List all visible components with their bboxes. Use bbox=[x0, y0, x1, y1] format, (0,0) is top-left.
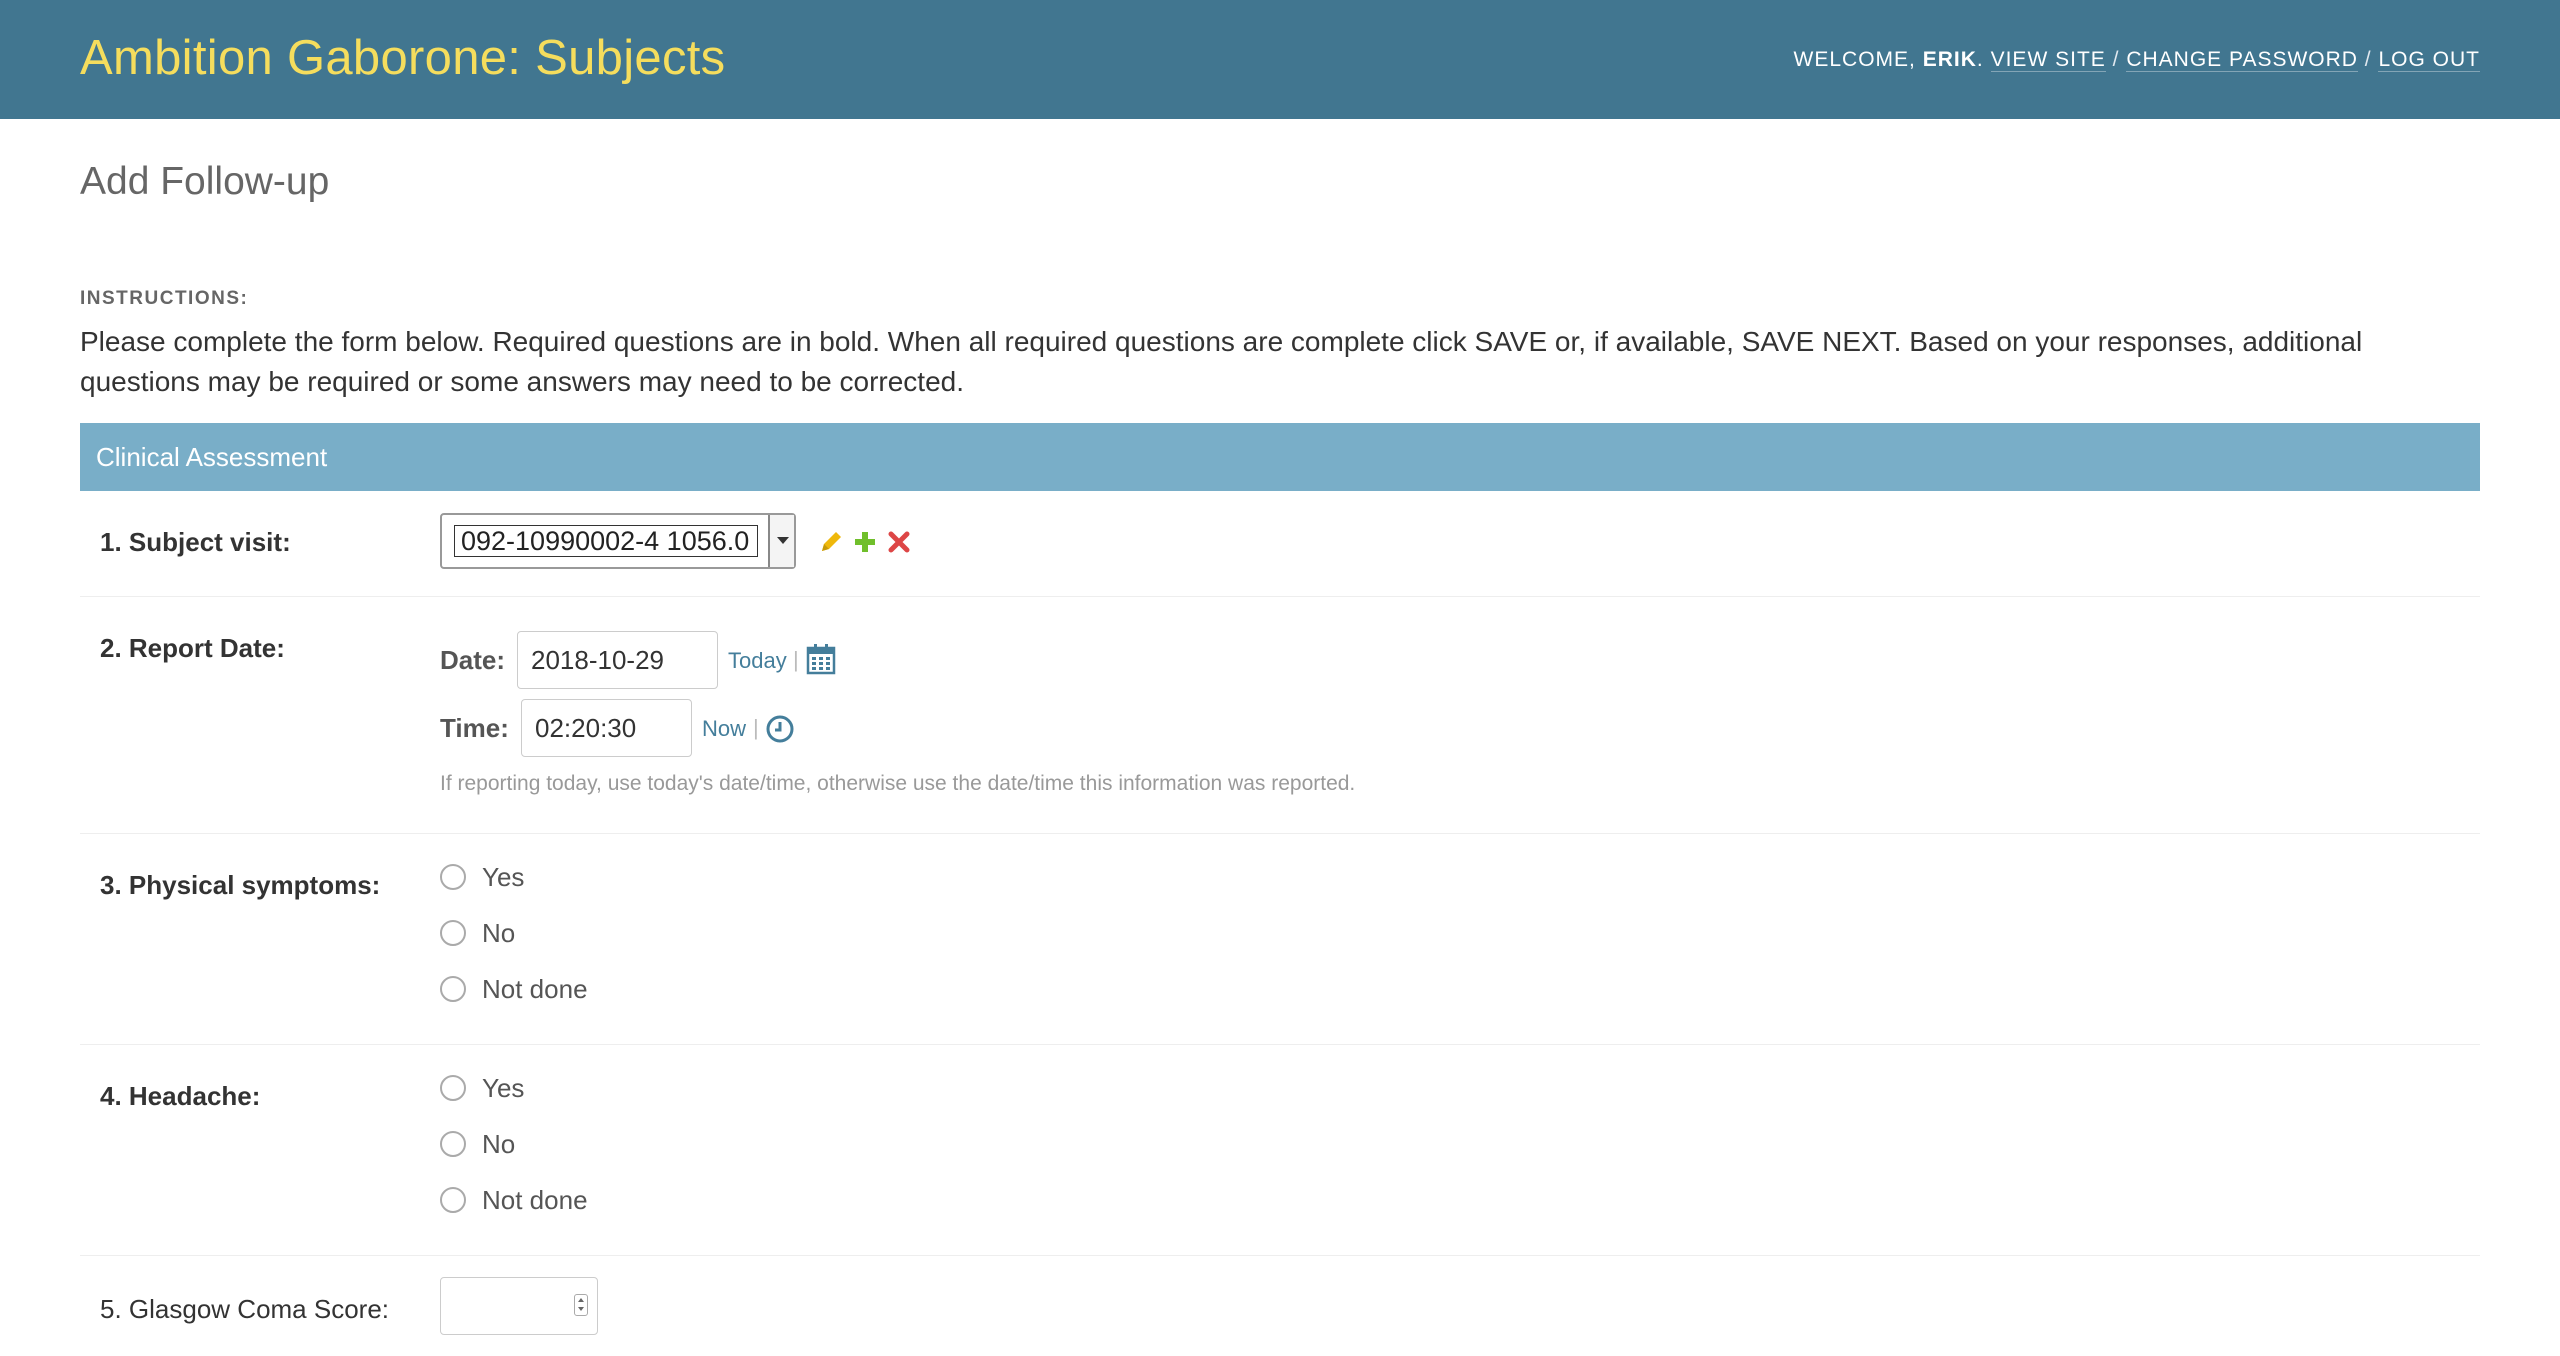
form-row-headache: 4. Headache: Yes No Not done bbox=[80, 1045, 2480, 1256]
subject-visit-select[interactable]: 092-10990002-4 1056.0 bbox=[440, 513, 796, 569]
calendar-icon[interactable] bbox=[806, 643, 836, 675]
radio-label: Not done bbox=[482, 1185, 588, 1215]
radio-button[interactable] bbox=[440, 976, 466, 1002]
change-password-link[interactable]: Change password bbox=[2126, 48, 2358, 72]
radio-button[interactable] bbox=[440, 920, 466, 946]
fieldset-header: Clinical Assessment bbox=[80, 423, 2480, 491]
report-date-help-text: If reporting today, use today's date/tim… bbox=[440, 772, 1356, 795]
subject-visit-value: 092-10990002-4 1056.0 bbox=[454, 525, 758, 557]
radio-label: No bbox=[482, 918, 516, 948]
today-link[interactable]: Today bbox=[728, 648, 787, 674]
clock-icon[interactable] bbox=[765, 714, 795, 744]
separator: / bbox=[2364, 48, 2372, 71]
time-label: Time: bbox=[440, 713, 509, 743]
header-bar: Ambition Gaborone: Subjects Welcome, Eri… bbox=[0, 0, 2560, 119]
instructions-text: Please complete the form below. Required… bbox=[80, 326, 2363, 397]
page-title: Add Follow-up bbox=[80, 160, 330, 203]
view-site-link[interactable]: View site bbox=[1990, 48, 2106, 72]
shortcut-separator: | bbox=[753, 715, 759, 740]
user-tools: Welcome, Erik. View site / Change passwo… bbox=[1793, 48, 2480, 72]
radio-button[interactable] bbox=[440, 1075, 466, 1101]
clinical-assessment-fieldset: Clinical Assessment 1. Subject visit: 09… bbox=[80, 423, 2480, 1356]
instructions-label: INSTRUCTIONS: bbox=[80, 288, 249, 309]
form-row-report-date: 2. Report Date: Date: 2018-10-29 Today |… bbox=[80, 597, 2480, 834]
site-title[interactable]: Ambition Gaborone: Subjects bbox=[80, 30, 725, 86]
radio-label: Not done bbox=[482, 974, 588, 1004]
separator: / bbox=[2112, 48, 2120, 71]
form-row-physical-symptoms: 3. Physical symptoms: Yes No Not done bbox=[80, 834, 2480, 1045]
radio-label: Yes bbox=[482, 1073, 525, 1103]
glasgow-coma-score-label: 5. Glasgow Coma Score: bbox=[100, 1294, 390, 1324]
radio-button[interactable] bbox=[440, 864, 466, 890]
delete-x-icon[interactable] bbox=[886, 529, 912, 555]
radio-button[interactable] bbox=[440, 1187, 466, 1213]
now-link[interactable]: Now bbox=[702, 716, 746, 742]
report-date-label: 2. Report Date: bbox=[100, 633, 285, 663]
log-out-link[interactable]: Log out bbox=[2378, 48, 2480, 72]
welcome-text: Welcome, bbox=[1793, 48, 1923, 71]
physical-symptoms-label: 3. Physical symptoms: bbox=[100, 870, 381, 900]
date-label: Date: bbox=[440, 645, 506, 675]
plus-icon[interactable] bbox=[852, 529, 878, 555]
date-input[interactable]: 2018-10-29 bbox=[517, 631, 718, 689]
radio-label: No bbox=[482, 1129, 516, 1159]
number-spinner-icon[interactable] bbox=[574, 1294, 588, 1316]
pencil-icon[interactable] bbox=[818, 529, 844, 555]
radio-label: Yes bbox=[482, 862, 525, 892]
subject-visit-label: 1. Subject visit: bbox=[100, 527, 291, 557]
form-row-subject-visit: 1. Subject visit: 092-10990002-4 1056.0 bbox=[80, 491, 2480, 597]
form-row-glasgow-coma-score: 5. Glasgow Coma Score: bbox=[80, 1256, 2480, 1356]
time-input[interactable]: 02:20:30 bbox=[521, 699, 692, 757]
headache-label: 4. Headache: bbox=[100, 1081, 261, 1111]
chevron-down-icon[interactable] bbox=[768, 515, 794, 567]
username: Erik bbox=[1922, 48, 1977, 71]
shortcut-separator: | bbox=[793, 647, 799, 672]
radio-button[interactable] bbox=[440, 1131, 466, 1157]
